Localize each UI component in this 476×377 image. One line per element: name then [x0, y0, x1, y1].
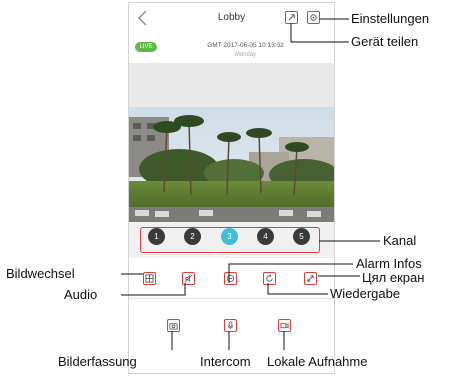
live-badge: LIVE [135, 42, 157, 52]
label-alarm: Alarm Infos [356, 256, 422, 271]
label-intercom: Intercom [200, 354, 251, 369]
alarm-info-button[interactable] [224, 272, 237, 285]
image-switch-button[interactable] [143, 272, 156, 285]
playback-icon [266, 274, 273, 282]
info-bar: LIVE GMT 2017-06-05 10:13:02 Monday [129, 33, 334, 63]
video-record-icon [280, 322, 289, 329]
layout-icon [145, 274, 154, 283]
microphone-icon [227, 321, 234, 330]
phone-screen: Lobby LIVE GMT 2017-06-05 10:13:02 Monda… [128, 2, 335, 374]
audio-button[interactable] [182, 272, 195, 285]
alarm-message-icon [226, 274, 235, 283]
gear-icon [310, 14, 317, 21]
label-playback: Wiedergabe [330, 286, 401, 301]
label-snapshot: Bilderfassung [58, 354, 137, 369]
speaker-mute-icon [184, 274, 193, 283]
divider [129, 298, 334, 299]
timestamp: GMT 2017-06-05 10:13:02 [207, 42, 284, 49]
weekday: Monday [234, 52, 257, 58]
fullscreen-button[interactable] [304, 272, 317, 285]
camera-icon [169, 323, 178, 330]
label-fullscreen: Цял екран [362, 270, 425, 285]
chevron-left-icon[interactable] [135, 9, 151, 27]
channel-2-button[interactable]: 2 [184, 228, 201, 245]
channel-3-button[interactable]: 3 [221, 228, 238, 245]
camera-live-view[interactable] [129, 107, 334, 222]
channel-selector: 1 2 3 4 5 [129, 222, 334, 258]
label-local-record: Lokale Aufnahme [267, 354, 368, 369]
page-title: Lobby [217, 12, 246, 23]
share-icon [288, 14, 295, 21]
channel-1-button[interactable]: 1 [148, 228, 165, 245]
intercom-button[interactable] [224, 319, 237, 332]
local-record-button[interactable] [278, 319, 291, 332]
channel-4-button[interactable]: 4 [257, 228, 274, 245]
top-bar: Lobby [129, 3, 334, 33]
label-settings: Einstellungen [351, 11, 430, 26]
label-share: Gerät teilen [351, 34, 419, 49]
playback-button[interactable] [263, 272, 276, 285]
snapshot-button[interactable] [167, 319, 180, 332]
channel-5-button[interactable]: 5 [293, 228, 310, 245]
settings-button[interactable] [307, 11, 320, 24]
label-image-switch: Bildwechsel [6, 266, 75, 281]
label-channel: Kanal [383, 233, 417, 248]
expand-icon [307, 275, 314, 282]
spacer-area [129, 63, 334, 107]
label-audio: Audio [64, 287, 98, 302]
share-button[interactable] [285, 11, 298, 24]
